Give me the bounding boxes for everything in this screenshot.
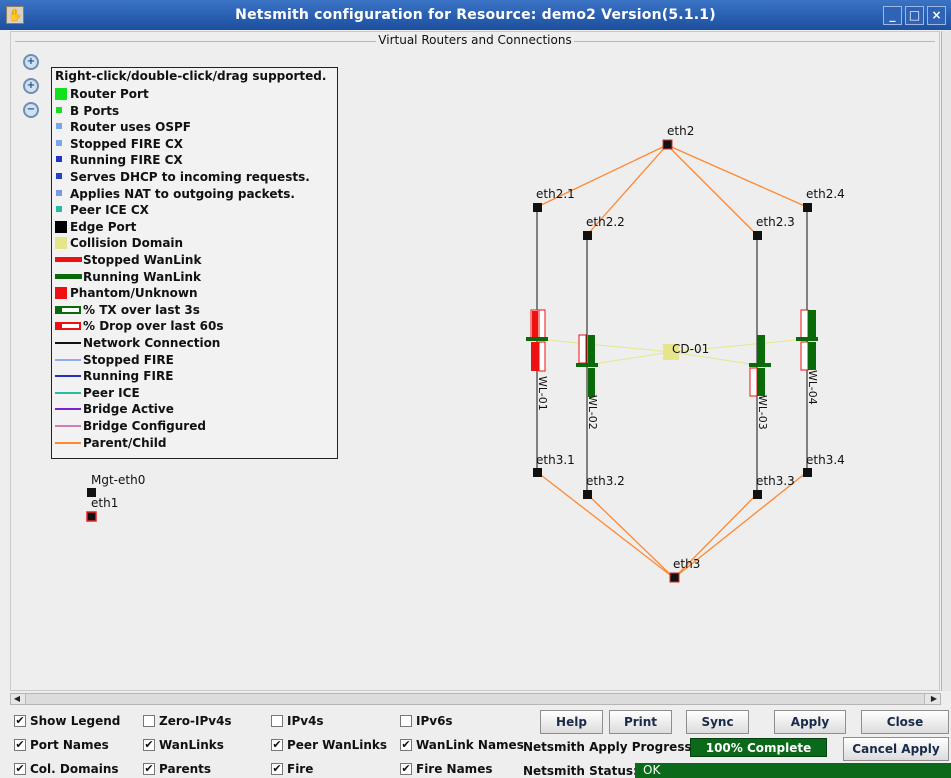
port-eth2-3[interactable]: eth2.3: [753, 215, 795, 240]
port-eth2[interactable]: eth2: [662, 124, 694, 150]
wanlink-label: WL-04: [806, 370, 819, 405]
wanlink-wl-01[interactable]: WL-01: [526, 309, 549, 411]
sync-button[interactable]: Sync: [686, 710, 749, 734]
port-eth2-2[interactable]: eth2.2: [583, 215, 625, 240]
scroll-left-icon[interactable]: ◀: [11, 694, 23, 704]
status-value: OK: [635, 763, 951, 778]
vertical-scrollbar[interactable]: [941, 31, 951, 691]
apply-button[interactable]: Apply: [774, 710, 846, 734]
port-eth3-1[interactable]: eth3.1: [533, 453, 575, 477]
port-eth3[interactable]: eth3: [669, 557, 700, 583]
window-titlebar[interactable]: ✋ Netsmith configuration for Resource: d…: [0, 0, 951, 30]
port-eth3-3[interactable]: eth3.3: [753, 474, 795, 499]
port-label: eth1: [91, 496, 118, 510]
port-label: eth2.4: [806, 187, 845, 201]
close-window-button[interactable]: ×: [927, 6, 946, 25]
wanlink-label: WL-02: [586, 395, 599, 430]
collision-domain-label: CD-01: [672, 342, 709, 356]
port-label: eth2.3: [756, 215, 795, 229]
parent-child-links: [536, 144, 808, 579]
port-eth3-2[interactable]: eth3.2: [583, 474, 625, 499]
close-button[interactable]: Close: [861, 710, 949, 734]
port-label: eth3.1: [536, 453, 575, 467]
collision-domain-cd-01[interactable]: CD-01: [663, 342, 709, 360]
horizontal-scrollbar[interactable]: ◀ ▶: [10, 693, 941, 705]
progress-label: Netsmith Apply Progress:: [523, 740, 697, 754]
port-eth2-4[interactable]: eth2.4: [803, 187, 845, 212]
router-canvas[interactable]: Virtual Routers and Connections + + − Ri…: [10, 31, 940, 691]
port-eth1[interactable]: eth1: [86, 496, 118, 522]
wanlink-label: WL-01: [536, 376, 549, 411]
scroll-right-icon[interactable]: ▶: [928, 694, 940, 704]
minimize-button[interactable]: _: [883, 6, 902, 25]
progress-indicator: 100% Complete: [690, 738, 827, 757]
status-label: Netsmith Status:: [523, 764, 638, 778]
network-graph[interactable]: WL-01 WL-02 WL-03 WL-04 CD-01 eth2 eth2.…: [11, 32, 940, 691]
port-eth2-1[interactable]: eth2.1: [533, 187, 575, 212]
bottom-controls: ✔ Show Legend Zero-IPv4s IPv4s IPv6s ✔ Por…: [0, 708, 951, 778]
help-button[interactable]: Help: [540, 710, 603, 734]
port-label: eth3.2: [586, 474, 625, 488]
window-title: Netsmith configuration for Resource: dem…: [235, 7, 716, 23]
port-label: eth2.2: [586, 215, 625, 229]
port-eth3-4[interactable]: eth3.4: [803, 453, 845, 477]
cancel-apply-button[interactable]: Cancel Apply: [843, 737, 949, 761]
port-label: Mgt-eth0: [91, 473, 145, 487]
maximize-button[interactable]: □: [905, 6, 924, 25]
wanlink-wl-03[interactable]: WL-03: [749, 335, 771, 430]
scroll-thumb[interactable]: [25, 694, 925, 704]
port-label: eth2: [667, 124, 694, 138]
port-label: eth3.4: [806, 453, 845, 467]
wanlink-label: WL-03: [756, 395, 769, 430]
port-label: eth3.3: [756, 474, 795, 488]
wanlink-wl-04[interactable]: WL-04: [796, 309, 819, 405]
port-label: eth3: [673, 557, 700, 571]
port-mgt-eth0[interactable]: Mgt-eth0: [87, 473, 145, 497]
port-label: eth2.1: [536, 187, 575, 201]
print-button[interactable]: Print: [609, 710, 672, 734]
